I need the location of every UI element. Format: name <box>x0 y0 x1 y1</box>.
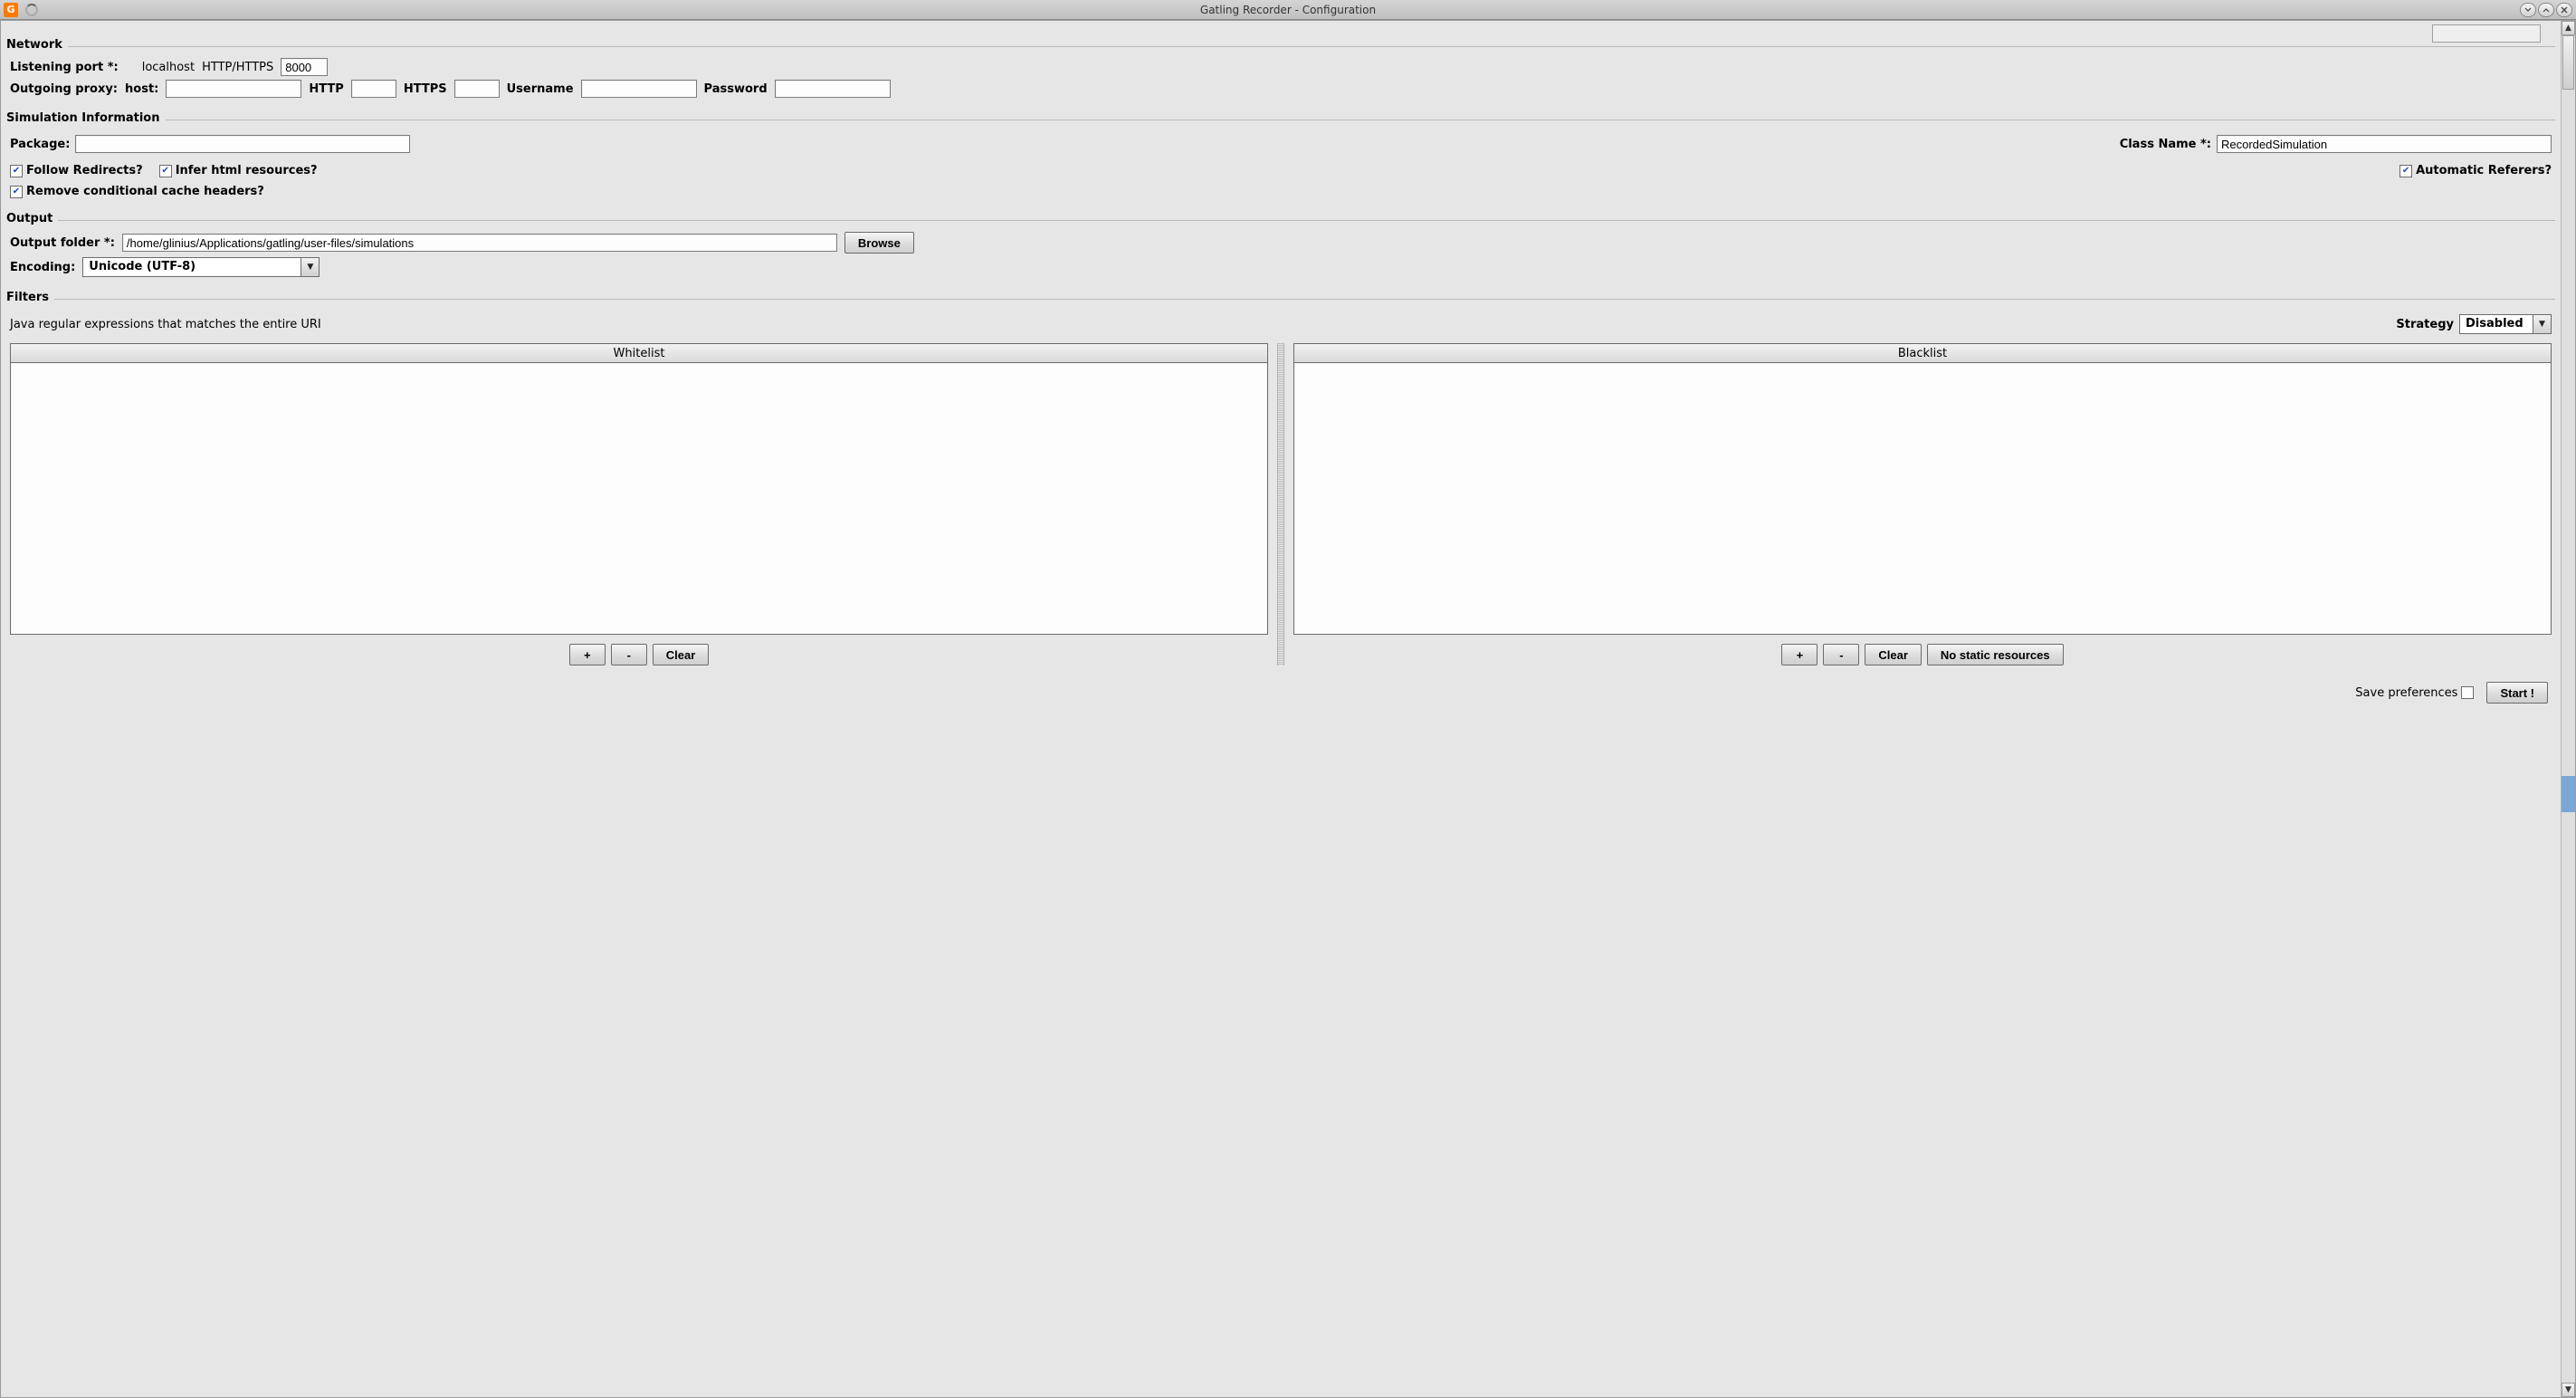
remove-cache-checkbox[interactable]: ✔ Remove conditional cache headers? <box>10 185 264 198</box>
blacklist-add-button[interactable]: + <box>1781 644 1818 665</box>
whitelist-header: Whitelist <box>10 343 1268 363</box>
whitelist-remove-button[interactable]: - <box>611 644 647 665</box>
save-preferences-label: Save preferences <box>2355 686 2457 700</box>
auto-referers-label: Automatic Referers? <box>2416 164 2552 177</box>
auto-referers-checkbox[interactable]: ✔ Automatic Referers? <box>2399 164 2552 177</box>
checkbox-icon: ✔ <box>159 165 172 177</box>
class-name-label: Class Name *: <box>2120 138 2211 151</box>
filters-description: Java regular expressions that matches th… <box>10 318 321 331</box>
filters-legend: Filters <box>6 291 54 304</box>
proxy-password-input[interactable] <box>775 80 891 98</box>
blacklist-list[interactable] <box>1293 363 2552 635</box>
encoding-select[interactable]: Unicode (UTF-8) ▼ <box>82 257 320 277</box>
listening-port-input[interactable] <box>281 58 328 76</box>
chevron-down-icon[interactable]: ▼ <box>2533 315 2551 333</box>
outgoing-proxy-label: Outgoing proxy: <box>10 82 118 96</box>
scroll-gap-indicator <box>2562 776 2575 812</box>
follow-redirects-label: Follow Redirects? <box>26 164 143 177</box>
network-legend: Network <box>6 38 68 52</box>
strategy-value: Disabled <box>2460 315 2533 333</box>
scroll-thumb[interactable] <box>2562 35 2574 90</box>
proxy-host-input[interactable] <box>166 80 301 98</box>
proxy-https-label: HTTPS <box>404 82 447 96</box>
bottom-bar: Save preferences Start ! <box>6 671 2555 707</box>
chevron-down-icon[interactable]: ▼ <box>301 258 319 276</box>
simulation-group: Simulation Information Package: Class Na… <box>6 120 2555 207</box>
http-https-label: HTTP/HTTPS <box>202 61 273 74</box>
chevron-up-icon <box>2543 6 2550 14</box>
class-name-input[interactable] <box>2217 135 2552 153</box>
scroll-track[interactable] <box>2562 35 2575 1383</box>
browse-button[interactable]: Browse <box>844 232 914 254</box>
output-folder-input[interactable] <box>122 234 837 252</box>
remove-cache-label: Remove conditional cache headers? <box>26 185 264 198</box>
proxy-username-label: Username <box>507 82 574 96</box>
window-title: Gatling Recorder - Configuration <box>0 4 2576 16</box>
start-button[interactable]: Start ! <box>2486 682 2548 704</box>
scroll-down-button[interactable]: ▼ <box>2562 1383 2575 1397</box>
filters-group: Filters Java regular expressions that ma… <box>6 299 2555 671</box>
follow-redirects-checkbox[interactable]: ✔ Follow Redirects? <box>10 164 143 177</box>
listening-port-label: Listening port *: <box>10 61 119 74</box>
busy-icon <box>25 4 38 16</box>
blacklist-remove-button[interactable]: - <box>1823 644 1859 665</box>
checkbox-icon: ✔ <box>10 186 23 198</box>
whitelist-clear-button[interactable]: Clear <box>653 644 710 665</box>
output-legend: Output <box>6 212 58 225</box>
strategy-label: Strategy <box>2396 318 2454 331</box>
proxy-http-input[interactable] <box>351 80 396 98</box>
blacklist-clear-button[interactable]: Clear <box>1865 644 1922 665</box>
maximize-button[interactable] <box>2538 3 2554 17</box>
output-group: Output Output folder *: Browse Encoding:… <box>6 220 2555 286</box>
no-static-resources-button[interactable]: No static resources <box>1927 644 2064 665</box>
app-frame: Network Listening port *: localhost HTTP… <box>0 20 2576 1398</box>
output-folder-label: Output folder *: <box>10 236 115 250</box>
whitelist-list[interactable] <box>10 363 1268 635</box>
encoding-label: Encoding: <box>10 261 75 274</box>
proxy-http-label: HTTP <box>309 82 343 96</box>
proxy-username-input[interactable] <box>581 80 697 98</box>
app-icon: G <box>4 3 18 17</box>
infer-html-checkbox[interactable]: ✔ Infer html resources? <box>159 164 318 177</box>
blacklist-header: Blacklist <box>1293 343 2552 363</box>
save-preferences-checkbox[interactable]: Save preferences <box>2355 686 2474 700</box>
network-group: Network Listening port *: localhost HTTP… <box>6 46 2555 107</box>
proxy-password-label: Password <box>704 82 768 96</box>
proxy-https-input[interactable] <box>454 80 500 98</box>
simulation-legend: Simulation Information <box>6 111 166 125</box>
split-handle[interactable] <box>1277 343 1284 665</box>
proxy-host-label: host: <box>125 82 158 96</box>
chevron-down-icon <box>2524 6 2532 14</box>
whitelist-pane: Whitelist + - Clear <box>10 343 1268 665</box>
encoding-value: Unicode (UTF-8) <box>83 258 301 276</box>
mode-selector-placeholder[interactable] <box>2432 24 2541 43</box>
vertical-scrollbar[interactable]: ▲ ▼ <box>2561 21 2575 1397</box>
checkbox-icon: ✔ <box>10 165 23 177</box>
close-button[interactable] <box>2556 3 2572 17</box>
strategy-select[interactable]: Disabled ▼ <box>2459 314 2552 334</box>
minimize-button[interactable] <box>2520 3 2536 17</box>
window-titlebar: G Gatling Recorder - Configuration <box>0 0 2576 20</box>
localhost-label: localhost <box>142 61 195 74</box>
checkbox-icon: ✔ <box>2399 165 2412 177</box>
scroll-up-button[interactable]: ▲ <box>2562 21 2575 35</box>
close-icon <box>2561 6 2568 14</box>
package-input[interactable] <box>75 135 410 153</box>
checkbox-icon <box>2461 686 2474 699</box>
blacklist-pane: Blacklist + - Clear No static resources <box>1293 343 2552 665</box>
infer-html-label: Infer html resources? <box>176 164 318 177</box>
whitelist-add-button[interactable]: + <box>569 644 606 665</box>
package-label: Package: <box>10 138 70 151</box>
